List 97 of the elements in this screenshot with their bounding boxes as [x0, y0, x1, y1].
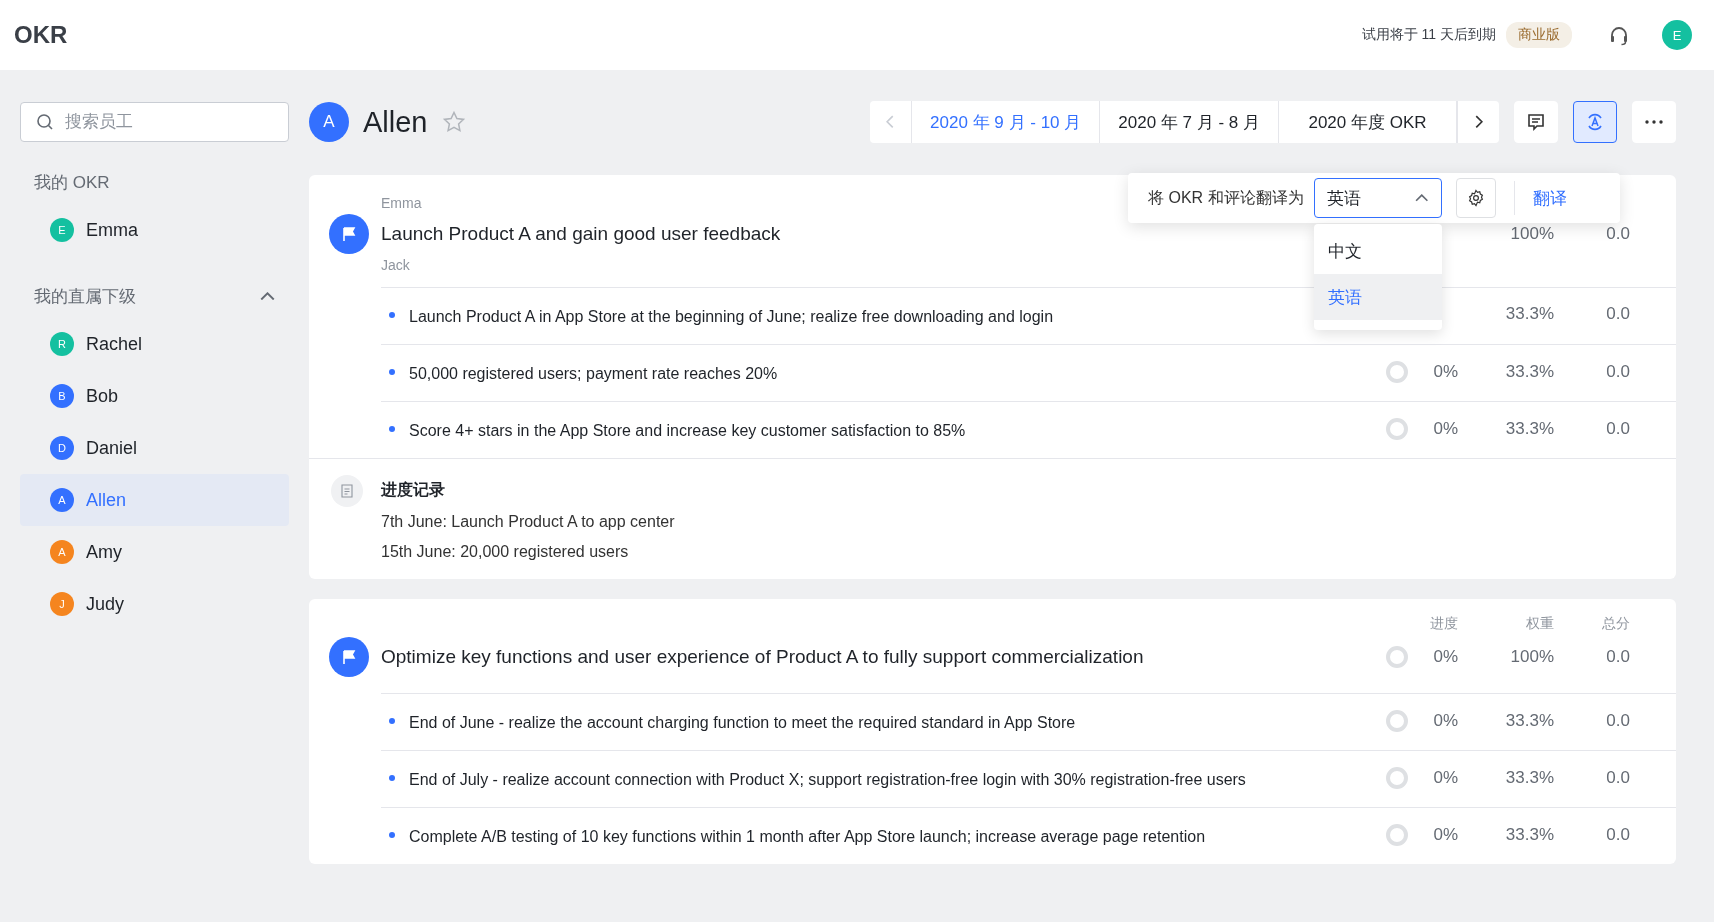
search-field[interactable]: 搜索员工: [20, 102, 289, 142]
weight-value: 33.3%: [1504, 768, 1554, 788]
avatar-icon: D: [50, 436, 74, 460]
progress-ring-icon: [1386, 767, 1408, 789]
progress-value: 0%: [1432, 825, 1458, 845]
chevron-right-icon: [1474, 115, 1483, 129]
progress-log-entry: 7th June: Launch Product A to app center: [381, 513, 675, 531]
bullet-icon: [389, 832, 395, 838]
section-title: 我的 OKR: [34, 171, 110, 194]
weight-value: 100%: [1509, 224, 1554, 244]
progress-value: 0%: [1432, 647, 1458, 667]
settings-button[interactable]: [1455, 178, 1496, 218]
translate-label: 将 OKR 和评论翻译为: [1148, 187, 1304, 208]
avatar-icon: B: [50, 384, 74, 408]
key-result-text: End of June - realize the account charging function to meet the required standard in App Store: [409, 713, 1076, 733]
weight-value: 100%: [1509, 647, 1554, 667]
search-icon: [36, 113, 54, 131]
language-option[interactable]: 中文: [1313, 228, 1442, 274]
person-avatar: A: [309, 102, 349, 142]
sidebar-item[interactable]: R Rachel: [20, 318, 289, 370]
weight-value: 33.3%: [1504, 825, 1554, 845]
period-tab[interactable]: 2020 年 7 月 - 8 月: [1100, 101, 1279, 143]
progress-ring-icon: [1386, 710, 1408, 732]
objective-title: Launch Product A and gain good user feedback: [381, 223, 781, 245]
score-value: 0.0: [1605, 647, 1630, 667]
chevron-icon: [1415, 194, 1429, 202]
chevron-left-icon: [886, 115, 896, 129]
app-title: OKR: [14, 21, 69, 49]
objective-title: Optimize key functions and user experience of Product A to fully support commercialization: [381, 646, 1144, 668]
progress-ring-icon: [1386, 824, 1408, 846]
score-value: 0.0: [1605, 362, 1630, 382]
column-header: 进度: [1429, 615, 1458, 633]
language-option[interactable]: 英语: [1313, 274, 1442, 320]
avatar-icon: J: [50, 592, 74, 616]
weight-value: 33.3%: [1504, 362, 1554, 382]
headset-icon[interactable]: [1608, 24, 1630, 46]
avatar-icon: A: [50, 540, 74, 564]
key-result-text: End of July - realize account connection with Product X; support registration-free login with 30% registration-free users: [409, 770, 1246, 790]
translate-button[interactable]: 翻译: [1532, 186, 1567, 210]
bullet-icon: [389, 426, 395, 432]
progress-value: 0%: [1432, 362, 1458, 382]
avatar-icon: R: [50, 332, 74, 356]
avatar-icon: A: [50, 488, 74, 512]
person-name: Allen: [363, 105, 428, 139]
score-value: 0.0: [1605, 768, 1630, 788]
trial-notice: 试用将于 11 天后到期: [1361, 26, 1496, 44]
flag-icon: [329, 637, 369, 677]
progress-log-title: 进度记录: [381, 480, 445, 500]
bullet-icon: [389, 312, 395, 318]
more-icon: [1645, 120, 1663, 124]
chevron-icon: [260, 291, 275, 301]
sidebar-item[interactable]: E Emma: [20, 204, 289, 256]
sidebar-item[interactable]: D Daniel: [20, 422, 289, 474]
document-icon: [331, 475, 363, 507]
score-value: 0.0: [1605, 711, 1630, 731]
bullet-icon: [389, 718, 395, 724]
sidebar-item[interactable]: B Bob: [20, 370, 289, 422]
progress-ring-icon: [1386, 361, 1408, 383]
progress-log-entry: 15th June: 20,000 registered users: [381, 543, 629, 561]
column-header: 权重: [1525, 615, 1554, 633]
score-value: 0.0: [1605, 825, 1630, 845]
sidebar-item[interactable]: A Allen: [20, 474, 289, 526]
avatar-icon: E: [50, 218, 74, 242]
bullet-icon: [389, 369, 395, 375]
star-icon[interactable]: [441, 110, 466, 134]
bullet-icon: [389, 775, 395, 781]
weight-value: 33.3%: [1504, 711, 1554, 731]
flag-icon: [329, 214, 369, 254]
score-value: 0.0: [1605, 419, 1630, 439]
progress-ring-icon: [1386, 646, 1408, 668]
weight-value: 33.3%: [1504, 304, 1554, 324]
progress-value: 0%: [1432, 419, 1458, 439]
key-result-text: Complete A/B testing of 10 key functions within 1 month after App Store launch; increase average page retention: [409, 827, 1206, 847]
score-value: 0.0: [1605, 224, 1630, 244]
key-result-text: Launch Product A in App Store at the beginning of June; realize free downloading and login: [409, 307, 1054, 327]
weight-value: 33.3%: [1504, 419, 1554, 439]
translate-button[interactable]: [1573, 101, 1617, 143]
key-result-text: Score 4+ stars in the App Store and increase key customer satisfaction to 85%: [409, 421, 966, 441]
progress-ring-icon: [1386, 418, 1408, 440]
sidebar-item[interactable]: J Judy: [20, 578, 289, 630]
comment-button[interactable]: [1514, 101, 1558, 143]
language-select[interactable]: 英语: [1313, 178, 1442, 218]
progress-value: 0%: [1432, 711, 1458, 731]
progress-value: 0%: [1432, 768, 1458, 788]
score-value: 0.0: [1605, 304, 1630, 324]
column-header: 总分: [1601, 615, 1630, 633]
aligned-from-name: Emma: [381, 195, 422, 211]
plan-badge: 商业版: [1506, 22, 1572, 48]
aligned-to-name: Jack: [381, 257, 410, 273]
period-tab[interactable]: 2020 年度 OKR: [1279, 101, 1457, 143]
sidebar-item[interactable]: A Amy: [20, 526, 289, 578]
section-title: 我的直属下级: [34, 285, 136, 308]
period-tab[interactable]: 2020 年 9 月 - 10 月: [912, 101, 1101, 143]
translate-icon: [1585, 112, 1605, 132]
comment-icon: [1527, 113, 1545, 131]
key-result-text: 50,000 registered users; payment rate reaches 20%: [409, 364, 778, 384]
settings-icon: [1466, 189, 1485, 207]
